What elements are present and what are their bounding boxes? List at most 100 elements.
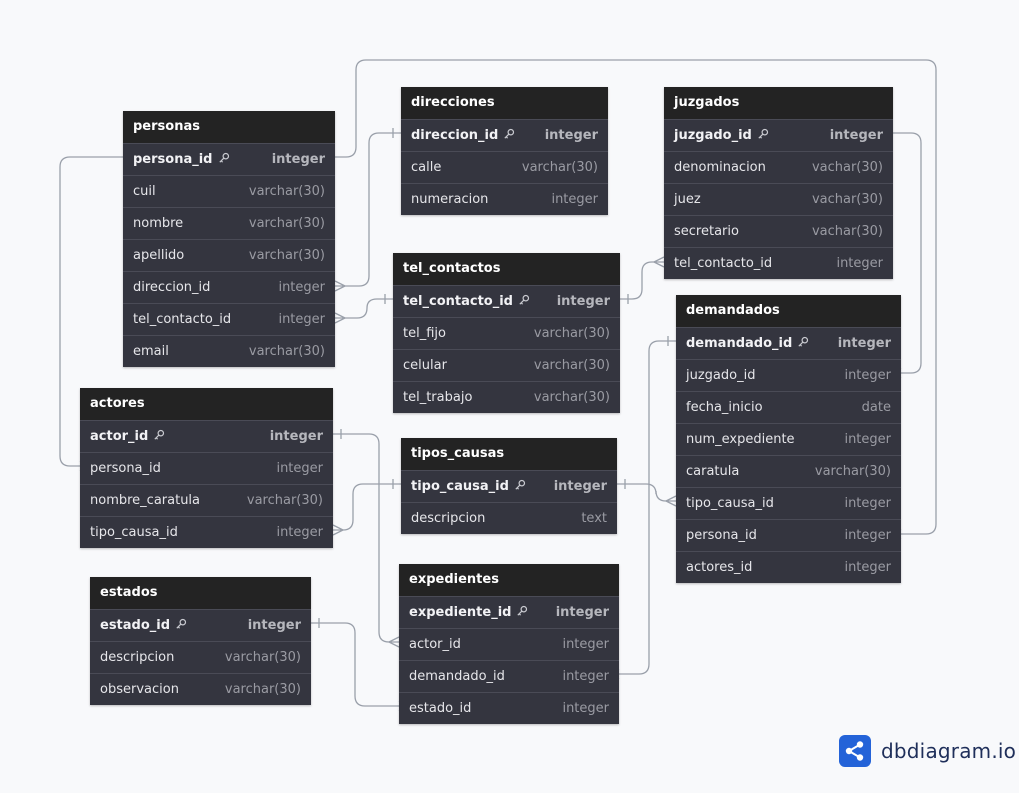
relation-expedientes-estado-id-line [311, 622, 399, 707]
field-type: varchar(30) [248, 216, 325, 231]
table-actores[interactable]: actores actor_id integer persona_id integer n… [80, 388, 333, 548]
field-name: numeracion [411, 192, 488, 207]
field-row-direccion-id[interactable]: direccion_id integer [123, 271, 335, 303]
field-name-text: direccion_id [411, 128, 499, 143]
field-name: cuil [133, 184, 156, 199]
dbdiagram-logo[interactable]: dbdiagram.io [839, 735, 1016, 767]
field-row-demandado-id[interactable]: demandado_id integer [399, 660, 619, 692]
field-row-tipo-causa-id[interactable]: tipo_causa_id integer [80, 516, 333, 548]
field-name-text: persona_id [686, 528, 757, 543]
table-tel-contactos[interactable]: tel_contactos tel_contacto_id integer tel_f… [393, 253, 620, 413]
field-name-text: numeracion [411, 192, 489, 207]
field-row-nombre-caratula[interactable]: nombre_caratula varchar(30) [80, 484, 333, 516]
table-estados[interactable]: estados estado_id integer descripcion varcha… [90, 577, 311, 705]
field-name: actores_id [686, 560, 752, 575]
field-name: fecha_inicio [686, 400, 763, 415]
field-row-fecha-inicio[interactable]: fecha_inicio date [676, 391, 901, 423]
field-name: tel_contacto_id [133, 312, 231, 327]
field-type: integer [278, 312, 325, 327]
table-direcciones[interactable]: direcciones direccion_id integer calle varch… [401, 87, 608, 215]
key-icon [752, 128, 769, 144]
table-personas[interactable]: personas persona_id integer cuil varchar(30)… [123, 111, 335, 367]
table-header[interactable]: actores [80, 388, 333, 420]
field-name-text: tipo_causa_id [411, 479, 509, 494]
field-row-calle[interactable]: calle varchar(30) [401, 151, 608, 183]
table-expedientes[interactable]: expedientes expediente_id integer actor_id i… [399, 564, 619, 724]
table-header[interactable]: demandados [676, 295, 901, 327]
key-icon [498, 128, 515, 144]
field-type: varchar(30) [533, 358, 610, 373]
key-icon [170, 618, 187, 634]
field-name: tel_fijo [403, 326, 446, 341]
field-row-email[interactable]: email varchar(30) [123, 335, 335, 367]
field-name-text: juzgado_id [674, 128, 752, 143]
field-row-observacion[interactable]: observacion varchar(30) [90, 673, 311, 705]
field-name: actor_id [90, 429, 165, 445]
field-name-text: tel_contacto_id [133, 312, 232, 327]
key-icon [148, 429, 165, 445]
field-name-text: persona_id [133, 152, 213, 167]
field-name-text: nombre [133, 216, 184, 231]
relation-personas-direccion-id-line [335, 132, 401, 287]
field-row-caratula[interactable]: caratula varchar(30) [676, 455, 901, 487]
field-name: observacion [100, 682, 179, 697]
table-header[interactable]: estados [90, 577, 311, 609]
field-row-secretario[interactable]: secretario vachar(30) [664, 215, 893, 247]
relation-personas-tel-contacto-id-line [335, 298, 393, 319]
field-name-text: tel_contacto_id [674, 256, 773, 271]
table-tipos-causas[interactable]: tipos_causas tipo_causa_id integer descripc… [401, 438, 617, 534]
field-row-persona-id[interactable]: persona_id integer [123, 143, 335, 175]
table-juzgados[interactable]: juzgados juzgado_id integer denominacion vac… [664, 87, 893, 279]
field-row-juez[interactable]: juez vachar(30) [664, 183, 893, 215]
field-name: persona_id [133, 152, 230, 168]
field-type: varchar(30) [533, 390, 610, 405]
table-header[interactable]: expedientes [399, 564, 619, 596]
field-type: integer [278, 280, 325, 295]
field-row-celular[interactable]: celular varchar(30) [393, 349, 620, 381]
field-row-estado-id[interactable]: estado_id integer [90, 609, 311, 641]
relation-expedientes-demandado-id-line [619, 340, 676, 675]
field-type: integer [844, 432, 891, 447]
field-row-expediente-id[interactable]: expediente_id integer [399, 596, 619, 628]
table-header[interactable]: direcciones [401, 87, 608, 119]
logo-text: dbdiagram.io [881, 739, 1017, 763]
table-demandados[interactable]: demandados demandado_id integer juzgado_id i… [676, 295, 901, 583]
field-row-descripcion[interactable]: descripcion varchar(30) [90, 641, 311, 673]
field-row-actores-id[interactable]: actores_id integer [676, 551, 901, 583]
table-header[interactable]: tipos_causas [401, 438, 617, 470]
field-row-tipo-causa-id[interactable]: tipo_causa_id integer [676, 487, 901, 519]
field-row-tel-contacto-id[interactable]: tel_contacto_id integer [123, 303, 335, 335]
field-row-tel-fijo[interactable]: tel_fijo varchar(30) [393, 317, 620, 349]
field-type: varchar(30) [248, 184, 325, 199]
field-row-num-expediente[interactable]: num_expediente integer [676, 423, 901, 455]
field-row-descripcion[interactable]: descripcion text [401, 502, 617, 534]
field-row-cuil[interactable]: cuil varchar(30) [123, 175, 335, 207]
field-row-numeracion[interactable]: numeracion integer [401, 183, 608, 215]
field-row-juzgado-id[interactable]: juzgado_id integer [664, 119, 893, 151]
field-name: calle [411, 160, 441, 175]
field-row-tipo-causa-id[interactable]: tipo_causa_id integer [401, 470, 617, 502]
table-header[interactable]: juzgados [664, 87, 893, 119]
field-row-actor-id[interactable]: actor_id integer [399, 628, 619, 660]
field-row-estado-id[interactable]: estado_id integer [399, 692, 619, 724]
field-name-text: tel_fijo [403, 326, 446, 341]
field-row-juzgado-id[interactable]: juzgado_id integer [676, 359, 901, 391]
field-row-persona-id[interactable]: persona_id integer [80, 452, 333, 484]
table-header[interactable]: tel_contactos [393, 253, 620, 285]
field-row-actor-id[interactable]: actor_id integer [80, 420, 333, 452]
field-row-direccion-id[interactable]: direccion_id integer [401, 119, 608, 151]
field-type: integer [556, 294, 610, 309]
field-name-text: tel_contacto_id [403, 294, 513, 309]
field-row-denominacion[interactable]: denominacion vachar(30) [664, 151, 893, 183]
field-row-tel-contacto-id[interactable]: tel_contacto_id integer [664, 247, 893, 279]
field-row-tel-contacto-id[interactable]: tel_contacto_id integer [393, 285, 620, 317]
field-type: integer [551, 192, 598, 207]
field-row-demandado-id[interactable]: demandado_id integer [676, 327, 901, 359]
field-row-nombre[interactable]: nombre varchar(30) [123, 207, 335, 239]
table-header[interactable]: personas [123, 111, 335, 143]
field-name-text: direccion_id [133, 280, 211, 295]
field-name-text: observacion [100, 682, 179, 697]
field-row-persona-id[interactable]: persona_id integer [676, 519, 901, 551]
field-row-apellido[interactable]: apellido varchar(30) [123, 239, 335, 271]
field-row-tel-trabajo[interactable]: tel_trabajo varchar(30) [393, 381, 620, 413]
